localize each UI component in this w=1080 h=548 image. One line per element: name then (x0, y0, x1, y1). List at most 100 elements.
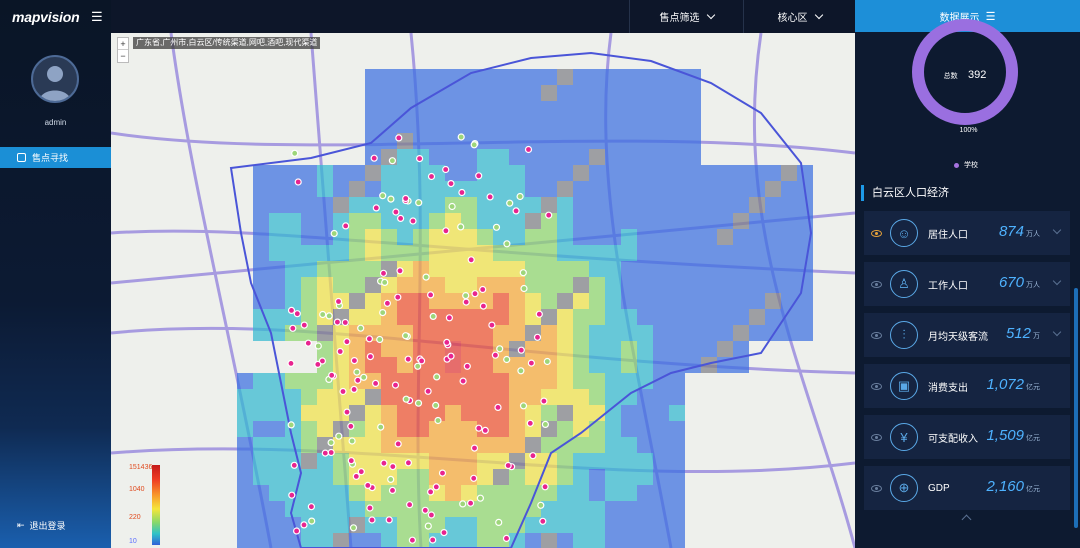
store-marker[interactable] (533, 333, 542, 341)
store-marker[interactable] (360, 373, 368, 381)
store-marker[interactable] (372, 204, 380, 212)
store-marker[interactable] (348, 437, 356, 445)
store-marker[interactable] (350, 357, 358, 365)
store-marker[interactable] (539, 517, 547, 525)
store-marker[interactable] (494, 403, 502, 411)
store-marker[interactable] (404, 459, 412, 467)
store-marker[interactable] (418, 357, 426, 365)
store-marker[interactable] (504, 461, 512, 470)
store-marker[interactable] (427, 291, 435, 299)
store-marker[interactable] (387, 475, 395, 483)
store-marker[interactable] (379, 192, 387, 200)
store-marker[interactable] (421, 506, 429, 514)
store-marker[interactable] (402, 194, 410, 203)
store-marker[interactable] (438, 469, 447, 477)
store-marker[interactable] (395, 134, 403, 142)
store-marker[interactable] (287, 359, 295, 367)
store-marker[interactable] (409, 217, 417, 225)
store-marker[interactable] (314, 342, 322, 350)
store-marker[interactable] (291, 149, 299, 157)
store-marker[interactable] (366, 504, 374, 512)
store-marker[interactable] (327, 439, 335, 447)
stat-row[interactable]: ♙ 工作人口 670 万人 (864, 262, 1070, 306)
store-marker[interactable] (335, 432, 343, 440)
store-marker[interactable] (380, 459, 388, 467)
store-marker[interactable] (447, 180, 455, 188)
eye-icon[interactable] (871, 382, 882, 390)
store-marker[interactable] (486, 193, 494, 201)
store-marker[interactable] (519, 402, 528, 410)
store-marker[interactable] (319, 310, 327, 319)
eye-icon[interactable] (871, 484, 882, 492)
chevron-down-icon[interactable] (1052, 276, 1062, 286)
store-marker[interactable] (350, 385, 358, 393)
store-marker[interactable] (519, 269, 527, 277)
store-marker[interactable] (414, 362, 422, 370)
store-marker[interactable] (294, 178, 302, 186)
zoom-out-button[interactable]: − (118, 50, 128, 62)
store-marker[interactable] (334, 297, 343, 306)
store-marker[interactable] (300, 521, 308, 529)
store-marker[interactable] (470, 444, 479, 452)
stat-row[interactable]: ▣ 消费支出 1,072 亿元 (864, 364, 1070, 408)
store-marker[interactable] (394, 440, 402, 448)
store-marker[interactable] (479, 285, 487, 294)
store-marker[interactable] (354, 376, 362, 384)
store-marker[interactable] (376, 335, 384, 344)
store-marker[interactable] (389, 463, 397, 471)
store-marker[interactable] (336, 347, 344, 356)
store-marker[interactable] (471, 290, 479, 298)
store-marker[interactable] (347, 457, 355, 465)
store-marker[interactable] (314, 360, 322, 368)
store-marker[interactable] (387, 195, 395, 203)
zoom-in-button[interactable]: + (118, 38, 128, 50)
store-marker[interactable] (543, 357, 551, 366)
store-marker[interactable] (377, 423, 385, 431)
store-marker[interactable] (506, 199, 514, 207)
store-marker[interactable] (339, 387, 347, 396)
store-marker[interactable] (529, 452, 537, 460)
store-marker[interactable] (470, 141, 478, 149)
store-marker[interactable] (457, 133, 465, 141)
heatmap-map[interactable] (111, 33, 855, 548)
donut-legend[interactable]: 学校 (954, 160, 978, 170)
store-marker[interactable] (541, 483, 549, 491)
store-marker[interactable] (304, 339, 312, 347)
store-marker[interactable] (496, 345, 504, 353)
avatar[interactable] (31, 55, 79, 103)
store-marker[interactable] (300, 321, 308, 329)
store-marker[interactable] (434, 416, 442, 425)
store-marker[interactable] (488, 321, 496, 329)
eye-icon[interactable] (871, 331, 882, 339)
store-marker[interactable] (475, 424, 483, 432)
store-marker[interactable] (463, 362, 471, 370)
store-marker[interactable] (385, 516, 393, 524)
store-marker[interactable] (347, 422, 355, 430)
eye-icon[interactable] (871, 433, 882, 441)
store-marker[interactable] (517, 346, 525, 354)
store-marker[interactable] (414, 399, 423, 407)
store-marker[interactable] (427, 488, 435, 496)
store-marker[interactable] (342, 222, 350, 230)
store-marker[interactable] (502, 534, 511, 542)
stat-row[interactable]: ☺ 居住人口 874 万人 (864, 211, 1070, 255)
store-marker[interactable] (524, 145, 533, 154)
store-marker[interactable] (288, 491, 296, 499)
store-marker[interactable] (424, 387, 432, 395)
store-marker[interactable] (442, 227, 450, 235)
store-marker[interactable] (526, 419, 534, 427)
store-marker[interactable] (443, 338, 451, 346)
store-marker[interactable] (517, 367, 525, 375)
store-marker[interactable] (512, 207, 520, 215)
store-marker[interactable] (429, 312, 437, 320)
panel-scrollbar[interactable] (1074, 288, 1078, 528)
store-marker[interactable] (467, 499, 475, 507)
store-marker[interactable] (503, 240, 511, 248)
store-marker[interactable] (492, 223, 501, 231)
store-marker[interactable] (343, 408, 351, 416)
store-marker[interactable] (527, 359, 535, 367)
store-marker[interactable] (343, 338, 351, 346)
store-marker[interactable] (440, 529, 448, 537)
store-marker[interactable] (402, 332, 410, 340)
store-marker[interactable] (541, 420, 549, 428)
